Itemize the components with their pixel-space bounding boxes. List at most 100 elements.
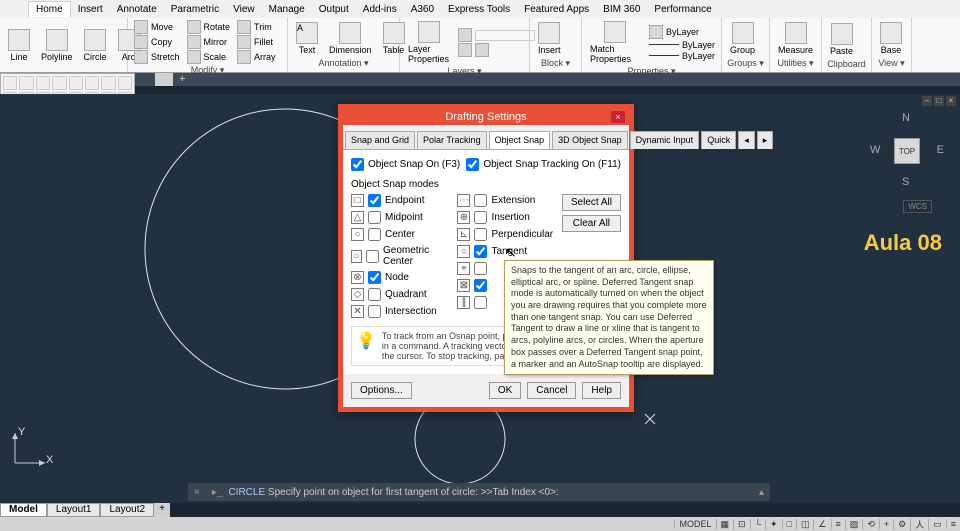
btn-paste[interactable]: Paste — [826, 22, 857, 57]
status-cycling-icon[interactable]: ⟲ — [862, 519, 879, 530]
prop-color[interactable]: ByLayer — [647, 25, 717, 39]
status-customize-icon[interactable]: ≡ — [946, 519, 960, 529]
btn-scale[interactable]: Scale — [185, 50, 233, 64]
btn-match-properties[interactable]: Match Properties — [586, 20, 644, 65]
btn-base[interactable]: Base — [876, 21, 906, 56]
tab-dyn-input[interactable]: Dynamic Input — [630, 131, 700, 149]
btn-array[interactable]: Array — [235, 50, 278, 64]
cmd-close-icon[interactable]: × — [188, 487, 206, 498]
btn-line[interactable]: Line — [4, 28, 34, 63]
prop-linetype[interactable]: ByLayer — [647, 51, 717, 61]
osnap-right-3[interactable]: ○Tangent — [457, 245, 553, 258]
panel-layers-label[interactable]: Layers ▾ — [404, 65, 525, 78]
ok-button[interactable]: OK — [489, 382, 521, 399]
doc-close-icon[interactable]: × — [946, 96, 956, 106]
wcs-label[interactable]: WCS — [903, 200, 932, 213]
draw-tool[interactable] — [3, 76, 17, 90]
tab-quick[interactable]: Quick — [701, 131, 736, 149]
status-3dosnap-icon[interactable]: ◫ — [796, 519, 814, 530]
tab-polar[interactable]: Polar Tracking — [417, 131, 487, 149]
osnap-left-3[interactable]: ○Geometric Center — [351, 245, 447, 267]
tab-3d-osnap[interactable]: 3D Object Snap — [552, 131, 628, 149]
ribbon-tab-insert[interactable]: Insert — [71, 2, 110, 17]
btn-group[interactable]: Group — [726, 21, 759, 56]
options-button[interactable]: Options... — [351, 382, 412, 399]
btn-polyline[interactable]: Polyline — [37, 28, 77, 63]
ribbon-tab-bim360[interactable]: BIM 360 — [596, 2, 647, 17]
btn-layer-properties[interactable]: Layer Properties — [404, 20, 453, 65]
tab-snap-grid[interactable]: Snap and Grid — [345, 131, 415, 149]
cmd-menu-icon[interactable]: ▴ — [753, 487, 770, 498]
panel-view-label[interactable]: View ▾ — [876, 57, 907, 70]
compass-w[interactable]: W — [870, 144, 880, 156]
clear-all-button[interactable]: Clear All — [562, 215, 621, 232]
viewcube-top[interactable]: TOP — [894, 138, 920, 164]
osnap-left-1[interactable]: △Midpoint — [351, 211, 447, 224]
layer-tool2-icon[interactable] — [475, 43, 489, 57]
doc-tab[interactable] — [155, 73, 173, 86]
osnap-right-2[interactable]: ⊾Perpendicular — [457, 228, 553, 241]
status-transparency-icon[interactable]: ▨ — [845, 519, 863, 530]
draw-tool[interactable] — [36, 76, 50, 90]
osnap-right-0[interactable]: ⋯Extension — [457, 194, 553, 207]
osnap-left-2[interactable]: ○Center — [351, 228, 447, 241]
btn-text[interactable]: AText — [292, 21, 322, 56]
ribbon-tab-view[interactable]: View — [226, 2, 262, 17]
ribbon-tab-manage[interactable]: Manage — [262, 2, 312, 17]
ribbon-tab-express[interactable]: Express Tools — [441, 2, 517, 17]
tab-scroll-right[interactable]: ▸ — [757, 131, 774, 149]
osnap-left-5[interactable]: ◇Quadrant — [351, 288, 447, 301]
status-cleanscreen-icon[interactable]: ▭ — [928, 519, 946, 530]
ribbon-tab-featured[interactable]: Featured Apps — [517, 2, 596, 17]
layout-add[interactable]: + — [154, 503, 170, 517]
command-line[interactable]: × ▸_ CIRCLE Specify point on object for … — [188, 483, 770, 501]
ribbon-tab-parametric[interactable]: Parametric — [164, 2, 226, 17]
btn-mirror[interactable]: Mirror — [185, 35, 233, 49]
osnap-right-1[interactable]: ⊕Insertion — [457, 211, 553, 224]
btn-dimension[interactable]: Dimension — [325, 21, 376, 56]
panel-utilities-label[interactable]: Utilities ▾ — [774, 57, 817, 70]
btn-circle[interactable]: Circle — [80, 28, 111, 63]
panel-properties-label[interactable]: Properties ▾ — [586, 65, 717, 78]
draw-tool[interactable] — [52, 76, 66, 90]
status-annomonitor-icon[interactable]: + — [879, 519, 893, 529]
btn-stretch[interactable]: Stretch — [132, 50, 182, 64]
dialog-close-icon[interactable]: × — [611, 111, 625, 123]
ribbon-tab-addins[interactable]: Add-ins — [356, 2, 404, 17]
doc-minimize-icon[interactable]: – — [922, 96, 932, 106]
ribbon-tab-annotate[interactable]: Annotate — [110, 2, 164, 17]
status-polar-icon[interactable]: ✦ — [765, 519, 782, 530]
btn-copy[interactable]: Copy — [132, 35, 182, 49]
viewcube[interactable]: N E S W TOP — [866, 110, 946, 190]
osnap-left-0[interactable]: □Endpoint — [351, 194, 447, 207]
tab-object-snap[interactable]: Object Snap — [489, 131, 551, 149]
ribbon-tab-a360[interactable]: A360 — [404, 2, 441, 17]
layer-dropdown[interactable] — [456, 28, 537, 42]
status-snap-icon[interactable]: ⊡ — [733, 519, 750, 530]
layout-tab-layout2[interactable]: Layout2 — [100, 503, 154, 517]
doc-maximize-icon[interactable]: □ — [934, 96, 944, 106]
status-workspace-icon[interactable]: ⚙ — [893, 519, 910, 530]
osnap-left-4[interactable]: ⊗Node — [351, 271, 447, 284]
status-ortho-icon[interactable]: └ — [750, 519, 765, 529]
cancel-button[interactable]: Cancel — [527, 382, 576, 399]
ribbon-tab-performance[interactable]: Performance — [647, 2, 718, 17]
compass-s[interactable]: S — [902, 176, 909, 188]
help-button[interactable]: Help — [582, 382, 621, 399]
status-grid-icon[interactable]: ▦ — [716, 519, 734, 530]
tab-scroll-left[interactable]: ◂ — [738, 131, 755, 149]
ribbon-tab-home[interactable]: Home — [28, 1, 71, 17]
select-all-button[interactable]: Select All — [562, 194, 621, 211]
btn-rotate[interactable]: Rotate — [185, 20, 233, 34]
prop-lineweight[interactable]: ByLayer — [647, 40, 717, 50]
panel-block-label[interactable]: Block ▾ — [534, 57, 577, 70]
panel-annotation-label[interactable]: Annotation ▾ — [292, 57, 395, 70]
osnap-left-6[interactable]: ✕Intersection — [351, 305, 447, 318]
panel-groups-label[interactable]: Groups ▾ — [726, 57, 765, 70]
layer-tool-icon[interactable] — [458, 43, 472, 57]
layout-tab-model[interactable]: Model — [0, 503, 47, 517]
btn-fillet[interactable]: Fillet — [235, 35, 278, 49]
status-model[interactable]: MODEL — [674, 519, 715, 529]
compass-n[interactable]: N — [902, 112, 910, 124]
btn-insert-block[interactable]: Insert — [534, 21, 565, 56]
